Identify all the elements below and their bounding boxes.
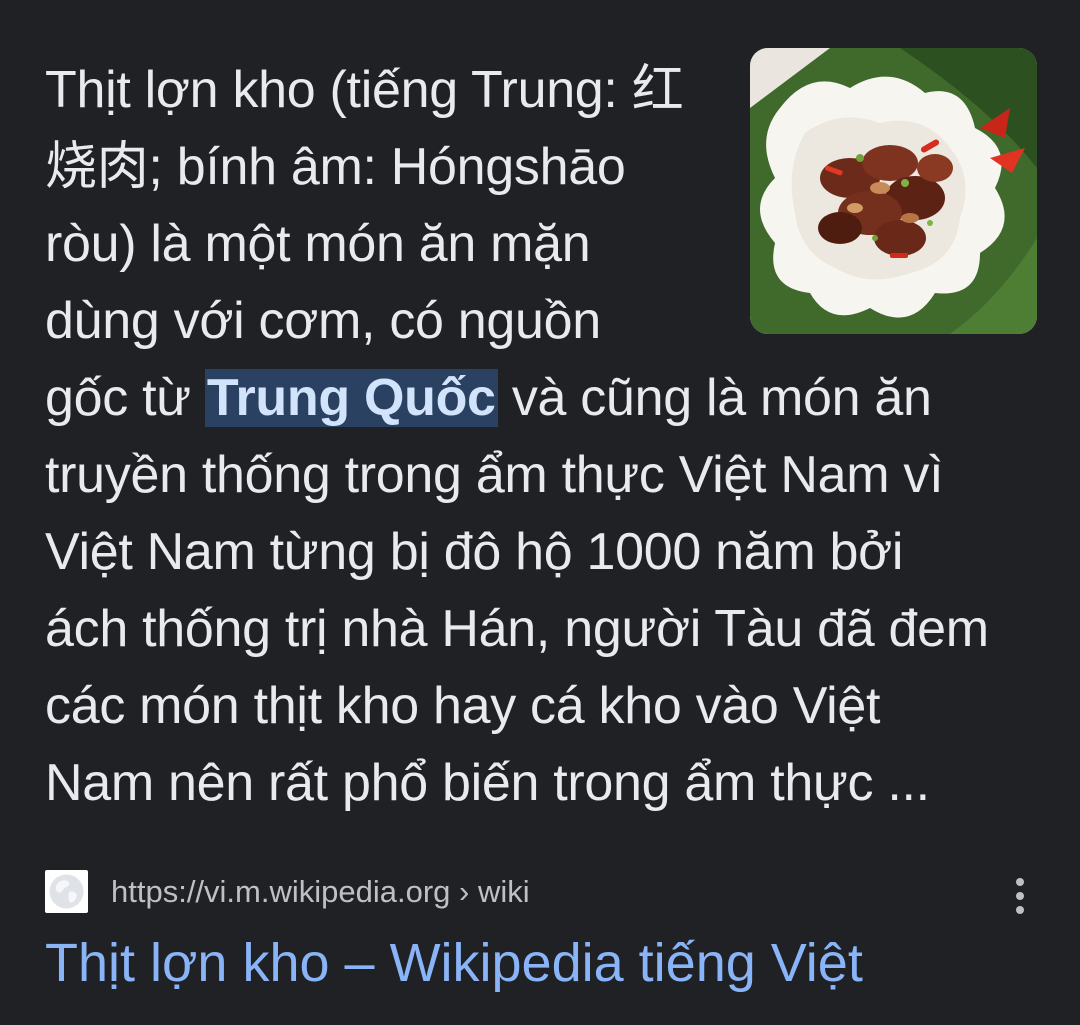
- source-url[interactable]: https://vi.m.wikipedia.org › wiki: [111, 872, 530, 912]
- snippet-line: ách thống trị nhà Hán, người Tàu đã đem: [45, 600, 989, 658]
- globe-icon: [45, 870, 88, 913]
- snippet-line: Nam nên rất phổ biến trong ẩm thực ...: [45, 754, 930, 812]
- dot-icon: [1016, 906, 1024, 914]
- snippet-line: dùng với cơm, có nguồn: [45, 292, 601, 350]
- snippet-line-prefix: gốc từ: [45, 369, 205, 427]
- snippet-line: truyền thống trong ẩm thực Việt Nam vì: [45, 446, 944, 504]
- result-title-link[interactable]: Thịt lợn kho – Wikipedia tiếng Việt: [45, 928, 863, 998]
- highlighted-term: Trung Quốc: [204, 369, 498, 427]
- more-options-button[interactable]: [1005, 874, 1035, 918]
- snippet-line: gốc từ Trung Quốc và cũng là món ăn: [45, 360, 1045, 437]
- snippet-line-suffix: và cũng là món ăn: [497, 369, 932, 427]
- snippet-line: các món thịt kho hay cá kho vào Việt: [45, 677, 881, 735]
- snippet-line: ròu) là một món ăn mặn: [45, 215, 591, 273]
- snippet-line: Việt Nam từng bị đô hộ 1000 năm bởi: [45, 523, 904, 581]
- snippet-line: Thịt lợn kho (tiếng Trung: 红: [45, 61, 684, 119]
- source-row[interactable]: https://vi.m.wikipedia.org › wiki: [45, 868, 1035, 916]
- snippet-line: 烧肉; bính âm: Hóngshāo: [45, 138, 626, 196]
- snippet-text: Thịt lợn kho (tiếng Trung: 红 烧肉; bính âm…: [45, 52, 1045, 822]
- dot-icon: [1016, 878, 1024, 886]
- featured-snippet: Thịt lợn kho (tiếng Trung: 红 烧肉; bính âm…: [0, 0, 1080, 1025]
- dot-icon: [1016, 892, 1024, 900]
